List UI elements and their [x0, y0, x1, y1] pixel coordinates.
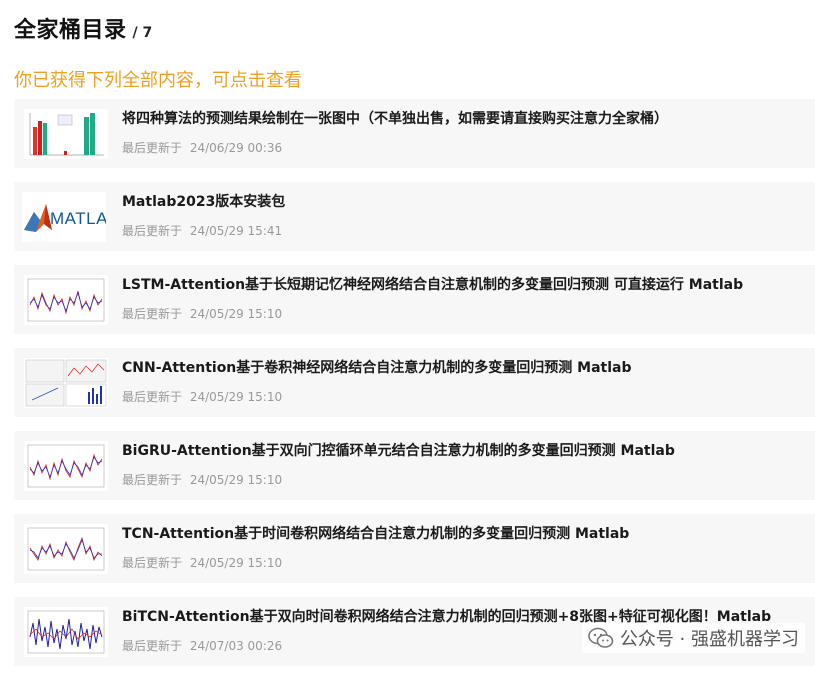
item-meta: 最后更新于 24/06/29 00:36	[122, 139, 805, 156]
account-watermark: 公众号 · 强盛机器学习	[581, 623, 805, 653]
updated-time: 24/06/29 00:36	[189, 141, 283, 155]
list-item[interactable]: BiGRU-Attention基于双向门控循环单元结合自注意力机制的多变量回归预…	[14, 431, 815, 500]
page-header: 全家桶目录 / 7	[14, 12, 152, 44]
meta-prefix: 最后更新于	[122, 473, 186, 487]
bar-chart-thumbnail	[24, 109, 108, 159]
page-title: 全家桶目录	[14, 18, 127, 43]
line-plot-thumbnail	[24, 275, 108, 325]
updated-time: 24/05/29 15:10	[189, 307, 283, 321]
list-item[interactable]: TCN-Attention基于时间卷积网络结合自注意力机制的多变量回归预测 Ma…	[14, 514, 815, 583]
meta-prefix: 最后更新于	[122, 141, 186, 155]
wechat-icon	[588, 627, 614, 648]
multi-plot-thumbnail	[24, 358, 108, 408]
item-meta: 最后更新于 24/05/29 15:10	[122, 388, 805, 405]
updated-time: 24/05/29 15:10	[189, 473, 283, 487]
line-plot-thumbnail	[24, 441, 108, 491]
updated-time: 24/05/29 15:10	[189, 390, 283, 404]
item-meta: 最后更新于 24/05/29 15:10	[122, 471, 805, 488]
item-title[interactable]: 将四种算法的预测结果绘制在一张图中（不单独出售，如需要请直接购买注意力全家桶）	[122, 107, 805, 131]
item-meta: 最后更新于 24/05/29 15:41	[122, 222, 805, 239]
watermark-text: 公众号 · 强盛机器学习	[619, 629, 799, 650]
updated-time: 24/05/29 15:10	[189, 556, 283, 570]
item-meta: 最后更新于 24/05/29 15:10	[122, 305, 805, 322]
matlab-logo: MATLAB	[22, 192, 106, 242]
item-count: / 7	[132, 25, 153, 41]
meta-prefix: 最后更新于	[122, 307, 186, 321]
item-title[interactable]: Matlab2023版本安装包	[122, 190, 805, 214]
content-list: 将四种算法的预测结果绘制在一张图中（不单独出售，如需要请直接购买注意力全家桶） …	[14, 99, 815, 680]
item-meta: 最后更新于 24/05/29 15:10	[122, 554, 805, 571]
list-item[interactable]: CNN-Attention基于卷积神经网络结合自注意力机制的多变量回归预测 Ma…	[14, 348, 815, 417]
list-item[interactable]: 将四种算法的预测结果绘制在一张图中（不单独出售，如需要请直接购买注意力全家桶） …	[14, 99, 815, 168]
list-item[interactable]: LSTM-Attention基于长短期记忆神经网络结合自注意机制的多变量回归预测…	[14, 265, 815, 334]
meta-prefix: 最后更新于	[122, 639, 186, 653]
item-title[interactable]: TCN-Attention基于时间卷积网络结合自注意力机制的多变量回归预测 Ma…	[122, 522, 805, 546]
bar-line-thumbnail	[24, 607, 108, 657]
item-title[interactable]: BiGRU-Attention基于双向门控循环单元结合自注意力机制的多变量回归预…	[122, 439, 805, 463]
item-title[interactable]: LSTM-Attention基于长短期记忆神经网络结合自注意机制的多变量回归预测…	[122, 273, 805, 297]
item-title[interactable]: CNN-Attention基于卷积神经网络结合自注意力机制的多变量回归预测 Ma…	[122, 356, 805, 380]
line-plot-thumbnail	[24, 524, 108, 574]
updated-time: 24/05/29 15:41	[189, 224, 283, 238]
meta-prefix: 最后更新于	[122, 556, 186, 570]
updated-time: 24/07/03 00:26	[189, 639, 283, 653]
list-item[interactable]: MATLAB Matlab2023版本安装包 最后更新于 24/05/29 15…	[14, 182, 815, 251]
matlab-logo-text: MATLAB	[50, 209, 106, 228]
access-note: 你已获得下列全部内容，可点击查看	[14, 70, 302, 91]
meta-prefix: 最后更新于	[122, 390, 186, 404]
meta-prefix: 最后更新于	[122, 224, 186, 238]
